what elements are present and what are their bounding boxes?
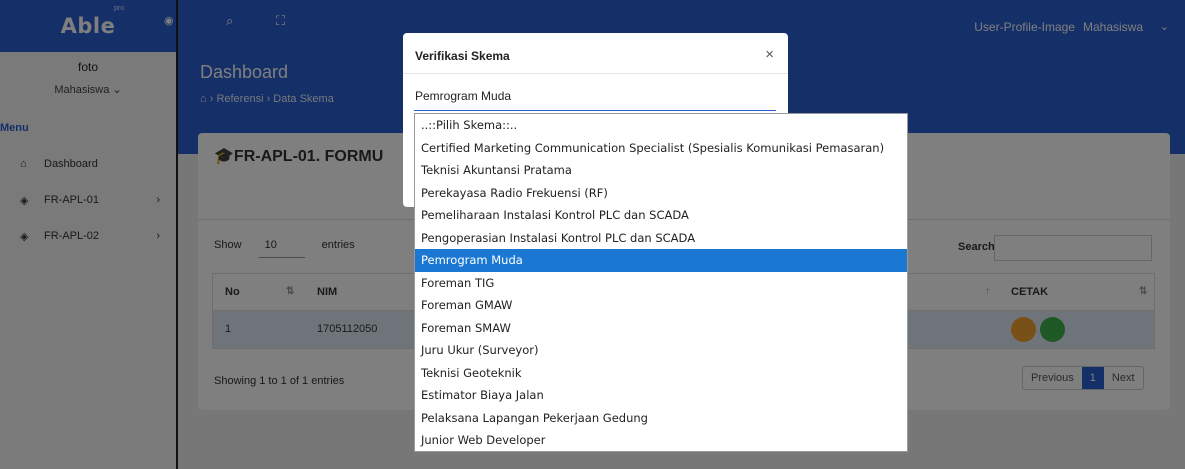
dropdown-option[interactable]: Certified Marketing Communication Specia… [415,137,907,160]
dropdown-option[interactable]: Junior Web Developer [415,429,907,452]
dropdown-option[interactable]: Teknisi Geoteknik [415,362,907,385]
dropdown-option[interactable]: Pemeliharaan Instalasi Kontrol PLC dan S… [415,204,907,227]
dropdown-option[interactable]: Foreman SMAW [415,317,907,340]
dropdown-option[interactable]: Pelaksana Lapangan Pekerjaan Gedung [415,407,907,430]
dropdown-option[interactable]: Estimator Biaya Jalan [415,384,907,407]
skema-select[interactable]: Pemrogram Muda [414,89,776,111]
dropdown-option[interactable]: Foreman GMAW [415,294,907,317]
modal-title: Verifikasi Skema [415,49,510,63]
dropdown-option[interactable]: Foreman TIG [415,272,907,295]
divider [403,73,788,74]
dropdown-option[interactable]: Perekayasa Radio Frekuensi (RF) [415,182,907,205]
dropdown-option[interactable]: ..::Pilih Skema::.. [415,114,907,137]
skema-dropdown-list: ..::Pilih Skema::.. Certified Marketing C… [414,113,908,452]
dropdown-option[interactable]: Pengoperasian Instalasi Kontrol PLC dan … [415,227,907,250]
close-button[interactable]: × [765,46,774,63]
dropdown-option[interactable]: Pemrogram Muda [415,249,907,272]
dropdown-option[interactable]: Juru Ukur (Surveyor) [415,339,907,362]
dropdown-option[interactable]: Teknisi Akuntansi Pratama [415,159,907,182]
